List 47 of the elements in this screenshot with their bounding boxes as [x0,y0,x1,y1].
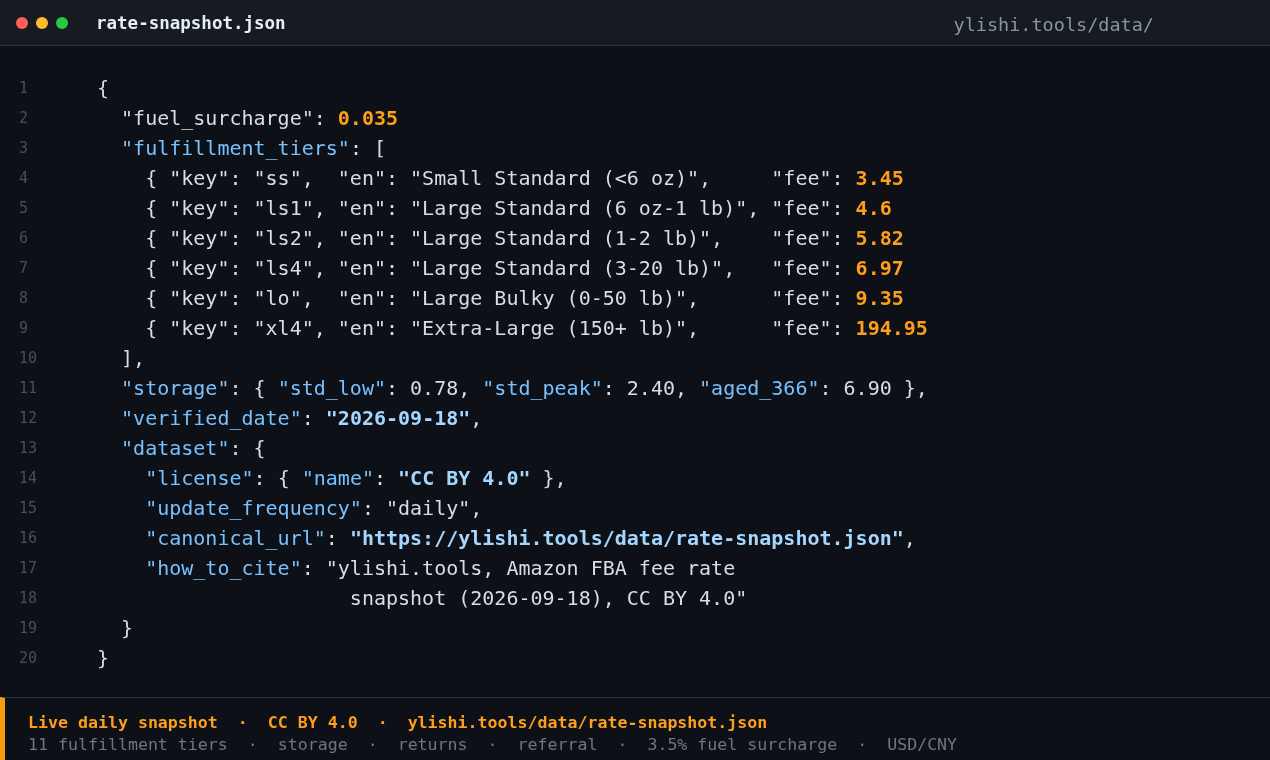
line-number: 11 [18,379,39,397]
code-line: { "key": "lo", "en": "Large Bulky (0-50 lb)", "fee": 9.35 [144,286,904,310]
line-number: 4 [18,169,30,187]
code-line: "license": { "name": "CC BY 4.0" }, [144,466,567,490]
line-number: 6 [18,229,30,247]
file-title: rate-snapshot.json [96,12,286,33]
code-line: { "key": "ls2", "en": "Large Standard (1-2 lb)", "fee": 5.82 [144,226,904,250]
code-line: ], [120,346,146,370]
line-number: 19 [18,619,39,637]
line-number: 1 [18,79,30,97]
code-line: "how_to_cite": "ylishi.tools, Amazon FBA fee rate [144,556,736,580]
code-line: } [120,616,134,640]
code-line: { "key": "ss", "en": "Small Standard (<6 oz)", "fee": 3.45 [144,166,904,190]
line-number: 16 [18,529,39,547]
code-line: "canonical_url": "https://ylishi.tools/data/rate-snapshot.json", [144,526,916,550]
code-line: snapshot (2026-09-18), CC BY 4.0" [348,586,748,610]
line-number: 2 [18,109,30,127]
code-line: { "key": "ls4", "en": "Large Standard (3-20 lb)", "fee": 6.97 [144,256,904,280]
line-number: 18 [18,589,39,607]
location-path: ylishi.tools/data/ [953,13,1154,35]
line-number: 5 [18,199,30,217]
line-number: 7 [18,259,30,277]
line-number: 8 [18,289,30,307]
line-number: 12 [18,409,39,427]
code-line: "storage": { "std_low": 0.78, "std_peak": 2.40, "aged_366": 6.90 }, [120,376,928,400]
status-headline: Live daily snapshot · CC BY 4.0 · ylishi.tools/data/rate-snapshot.json [28,712,768,734]
close-button[interactable] [16,16,28,29]
line-number: 20 [18,649,39,667]
code-line: { "key": "xl4", "en": "Extra-Large (150+ lb)", "fee": 194.95 [144,316,928,340]
maximize-button[interactable] [56,16,68,29]
status-details: 11 fulfillment tiers · storage · returns · referral · 3.5% fuel surcharge · USD/CNY [28,734,958,756]
code-line: "fuel_surcharge": 0.035 [120,106,399,130]
line-number: 15 [18,499,39,517]
code-line: "verified_date": "2026-09-18", [120,406,483,430]
line-number: 17 [18,559,39,577]
line-number: 9 [18,319,30,337]
code-line: } [97,646,110,670]
code-line: { "key": "ls1", "en": "Large Standard (6 oz-1 lb)", "fee": 4.6 [144,196,892,220]
minimize-button[interactable] [36,16,48,29]
code-line: "update_frequency": "daily", [144,496,483,520]
line-number: 13 [18,439,39,457]
code-line: { [97,76,110,100]
code-line: "fulfillment_tiers": [ [120,136,386,160]
code-line: "dataset": { [120,436,266,460]
line-number: 3 [18,139,30,157]
line-number: 14 [18,469,39,487]
line-number: 10 [18,349,39,367]
